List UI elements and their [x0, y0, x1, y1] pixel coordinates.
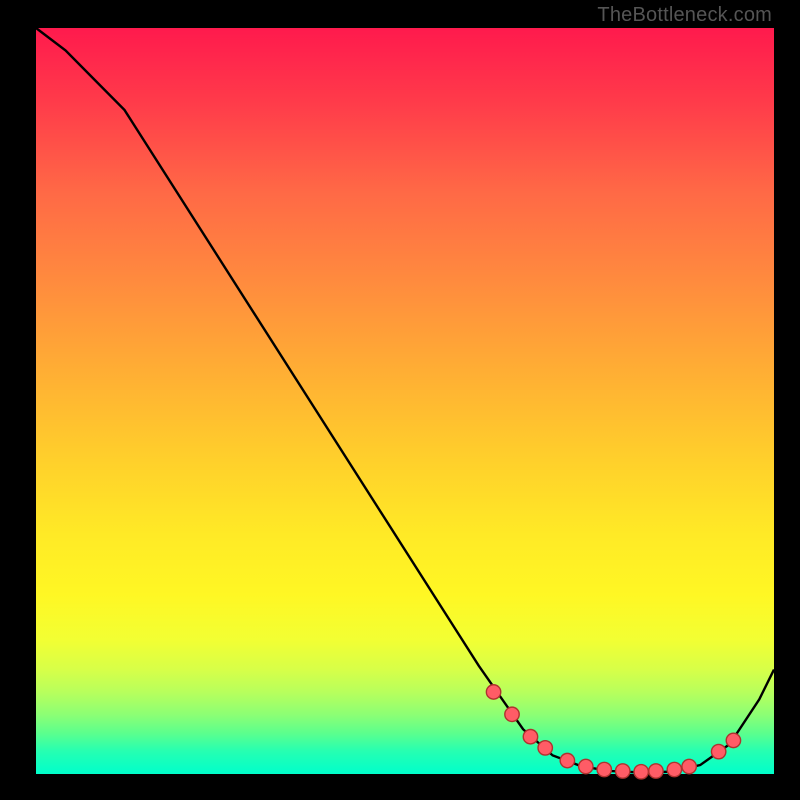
- curve-marker-dot: [579, 759, 593, 773]
- watermark-text: TheBottleneck.com: [597, 4, 772, 27]
- curve-marker-dot: [538, 741, 552, 755]
- curve-marker-dot: [486, 685, 500, 699]
- curve-marker-dot: [523, 730, 537, 744]
- curve-marker-dot: [649, 764, 663, 778]
- curve-marker-dot: [667, 762, 681, 776]
- curve-marker-dot: [711, 744, 725, 758]
- curve-marker-dot: [726, 733, 740, 747]
- curve-marker-dot: [505, 707, 519, 721]
- curve-marker-dot: [597, 762, 611, 776]
- gradient-plot-area: [36, 28, 774, 774]
- curve-marker-dot: [560, 753, 574, 767]
- curve-marker-dot: [682, 759, 696, 773]
- curve-layer: [36, 28, 774, 774]
- curve-marker-dot: [616, 764, 630, 778]
- bottleneck-curve-line: [36, 28, 774, 773]
- curve-marker-dot: [634, 765, 648, 779]
- chart-stage: TheBottleneck.com: [0, 0, 800, 800]
